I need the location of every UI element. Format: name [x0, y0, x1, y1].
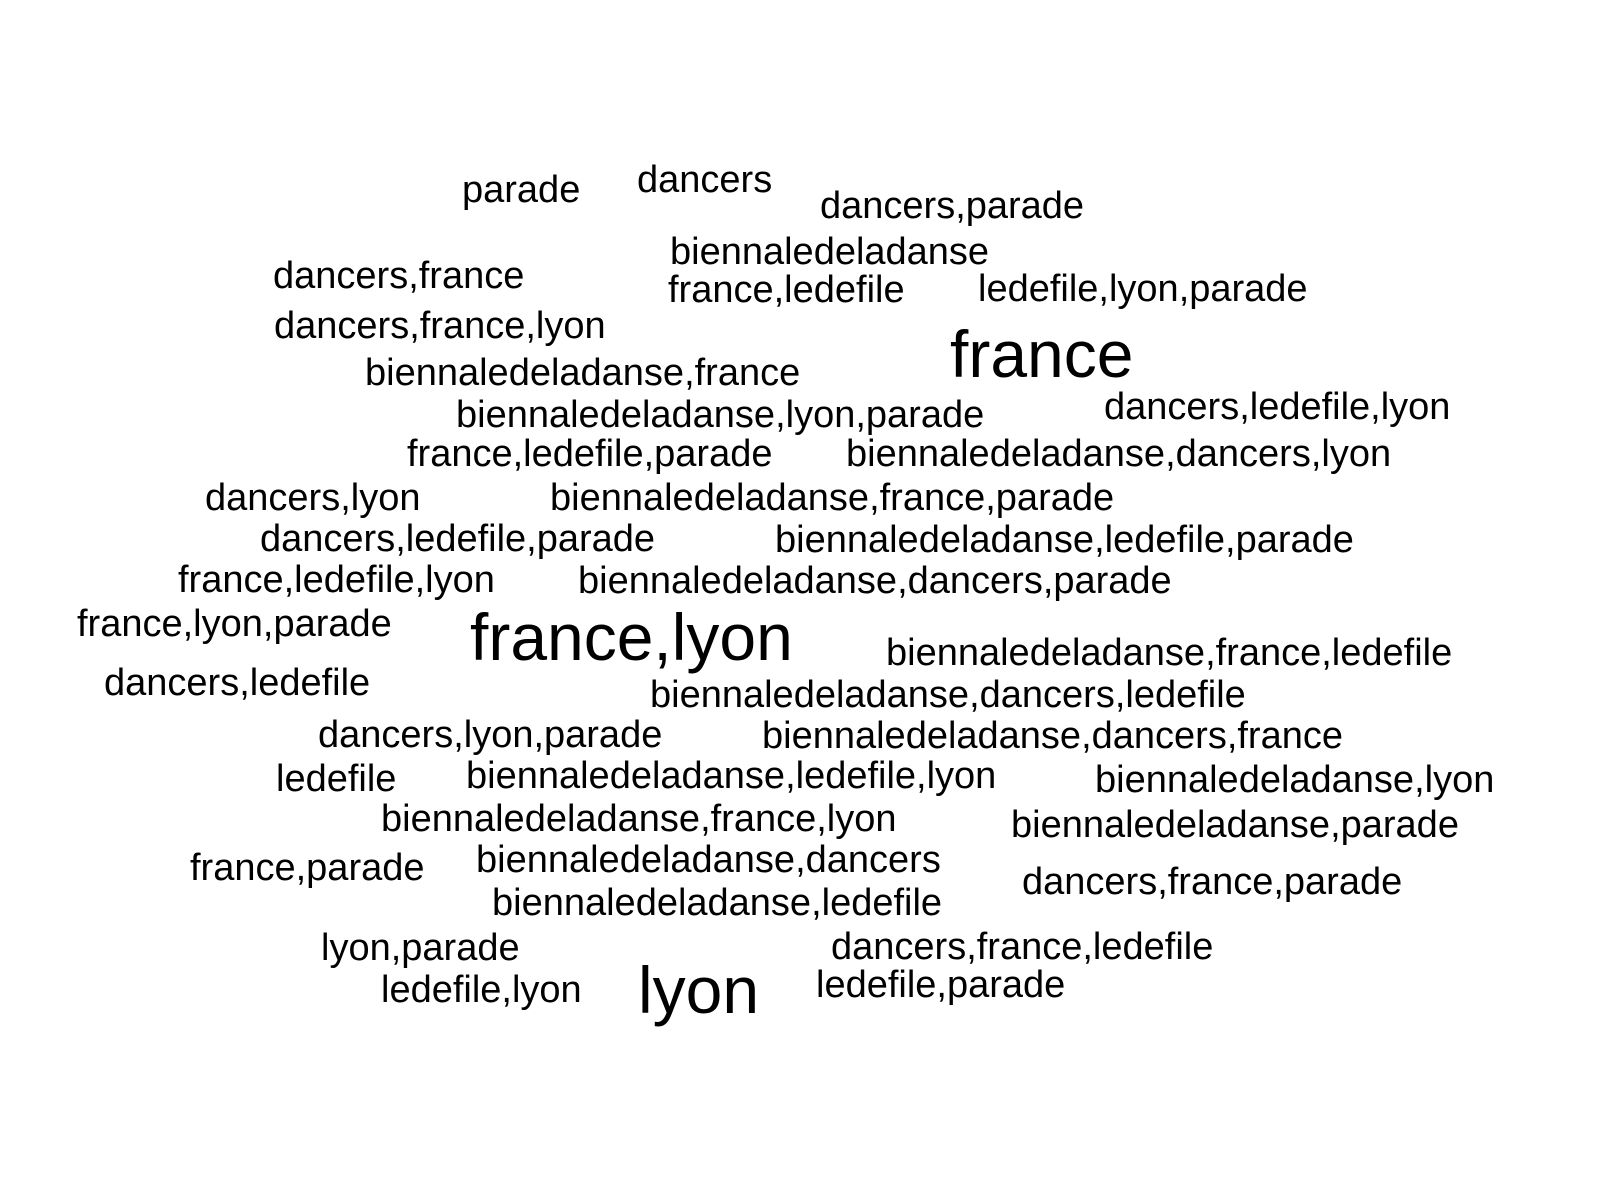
word-dancers-france-parade: dancers,france,parade [1022, 861, 1403, 903]
word-france-lyon: france,lyon [470, 600, 793, 674]
word-dancers-parade: dancers,parade [820, 185, 1085, 227]
word-biennaledeladanse-dancers-france: biennaledeladanse,dancers,france [762, 715, 1343, 757]
word-biennaledeladanse-ledefile-parade: biennaledeladanse,ledefile,parade [775, 519, 1354, 561]
word-biennaledeladanse-dancers-lyon: biennaledeladanse,dancers,lyon [846, 433, 1392, 475]
word-dancers-lyon-parade: dancers,lyon,parade [318, 714, 663, 756]
word-dancers-ledefile-parade: dancers,ledefile,parade [260, 518, 656, 560]
word-france-lyon-parade: france,lyon,parade [77, 603, 392, 645]
word-biennaledeladanse-dancers-parade: biennaledeladanse,dancers,parade [578, 560, 1172, 602]
word-ledefile-parade: ledefile,parade [816, 964, 1066, 1006]
word-parade: parade [462, 169, 581, 211]
word-dancers-france-ledefile: dancers,france,ledefile [831, 926, 1214, 968]
word-dancers-france: dancers,france [273, 255, 525, 297]
word-biennaledeladanse-ledefile: biennaledeladanse,ledefile [492, 882, 943, 924]
word-biennaledeladanse: biennaledeladanse [670, 231, 990, 273]
word-dancers-ledefile: dancers,ledefile [104, 662, 371, 704]
word-france-ledefile-lyon: france,ledefile,lyon [178, 559, 495, 601]
word-ledefile-lyon-parade: ledefile,lyon,parade [978, 268, 1308, 310]
word-ledefile-lyon: ledefile,lyon [381, 969, 582, 1011]
word-lyon-parade: lyon,parade [321, 927, 520, 969]
word-biennaledeladanse-dancers: biennaledeladanse,dancers [476, 839, 941, 881]
word-france-ledefile: france,ledefile [668, 269, 905, 311]
word-biennaledeladanse-france-parade: biennaledeladanse,france,parade [550, 477, 1115, 519]
word-biennaledeladanse-france-lyon: biennaledeladanse,france,lyon [381, 798, 897, 840]
word-dancers-france-lyon: dancers,france,lyon [274, 305, 606, 347]
word-dancers-ledefile-lyon: dancers,ledefile,lyon [1104, 386, 1451, 428]
word-france: france [950, 317, 1134, 391]
word-biennaledeladanse-ledefile-lyon: biennaledeladanse,ledefile,lyon [466, 755, 997, 797]
word-lyon: lyon [638, 953, 760, 1027]
word-biennaledeladanse-parade: biennaledeladanse,parade [1011, 804, 1459, 846]
word-cloud: parade dancers dancers,parade biennalede… [0, 0, 1600, 1200]
word-biennaledeladanse-france: biennaledeladanse,france [365, 352, 801, 394]
word-biennaledeladanse-france-ledefile: biennaledeladanse,france,ledefile [886, 632, 1453, 674]
word-biennaledeladanse-dancers-ledefile: biennaledeladanse,dancers,ledefile [650, 674, 1246, 716]
word-france-ledefile-parade: france,ledefile,parade [407, 433, 773, 475]
word-dancers-lyon: dancers,lyon [205, 477, 421, 519]
word-biennaledeladanse-lyon: biennaledeladanse,lyon [1095, 759, 1495, 801]
word-france-parade: france,parade [190, 847, 425, 889]
word-ledefile: ledefile [276, 758, 397, 800]
word-dancers: dancers [637, 159, 773, 201]
word-biennaledeladanse-lyon-parade: biennaledeladanse,lyon,parade [456, 394, 985, 436]
